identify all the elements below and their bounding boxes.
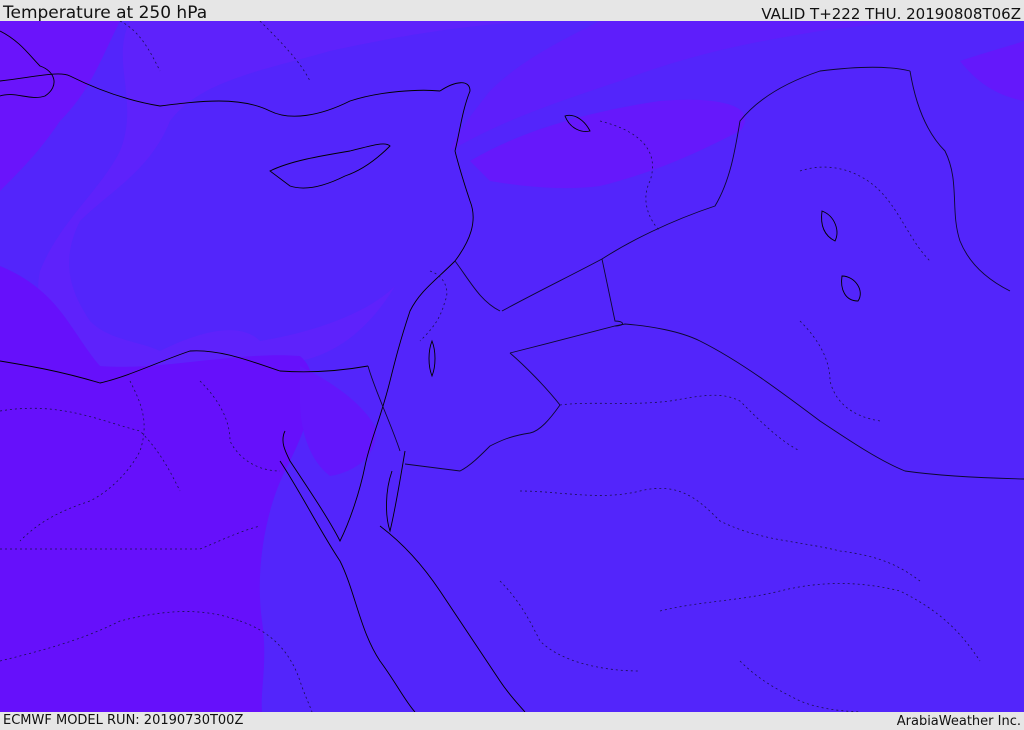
- map-canvas[interactable]: [0, 21, 1024, 712]
- map-svg: [0, 21, 1024, 712]
- header-bar: Temperature at 250 hPa VALID T+222 THU. …: [0, 0, 1024, 23]
- model-run-label: ECMWF MODEL RUN: 20190730T00Z: [3, 713, 244, 728]
- map-title: Temperature at 250 hPa: [3, 3, 208, 23]
- footer-bar: ECMWF MODEL RUN: 20190730T00Z ArabiaWeat…: [0, 712, 1024, 729]
- credit-label: ArabiaWeather Inc.: [896, 714, 1021, 729]
